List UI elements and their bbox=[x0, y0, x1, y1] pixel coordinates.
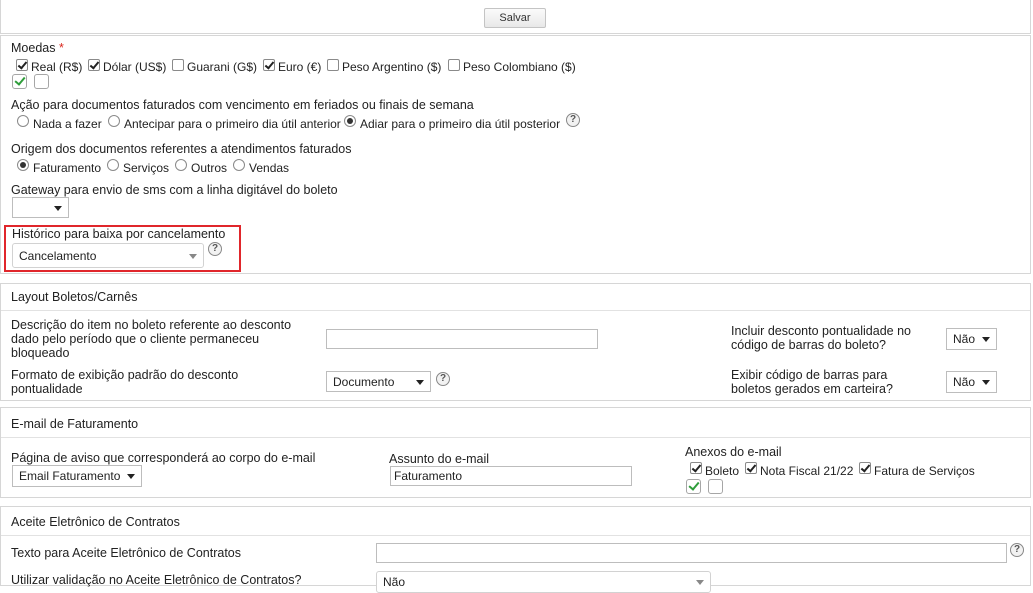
currency-checkbox-dolar[interactable] bbox=[88, 59, 100, 71]
chevron-down-icon bbox=[54, 205, 62, 211]
chevron-down-icon bbox=[189, 253, 197, 259]
layout-boletos-title: Layout Boletos/Carnês bbox=[11, 290, 138, 304]
deselect-all-checkbox[interactable] bbox=[34, 74, 49, 89]
exibir-select-value: Não bbox=[953, 375, 976, 389]
aceite-title: Aceite Eletrônico de Contratos bbox=[11, 515, 180, 529]
formato-help-icon[interactable]: ? bbox=[436, 372, 450, 386]
historico-label: Histórico para baixa por cancelamento bbox=[12, 227, 226, 241]
save-button[interactable]: Salvar bbox=[484, 8, 546, 28]
currency-checkbox-real[interactable] bbox=[16, 59, 28, 71]
panel-divider bbox=[1, 535, 1030, 536]
panel-divider bbox=[1, 437, 1030, 438]
formato-select-value: Documento bbox=[333, 374, 395, 389]
currency-checkbox-guarani[interactable] bbox=[172, 59, 184, 71]
anexo-checkbox-fatura[interactable] bbox=[859, 462, 871, 474]
anexo-checkbox-boleto[interactable] bbox=[690, 462, 702, 474]
radio-label-servicos: Serviços bbox=[123, 161, 170, 175]
descricao-input[interactable] bbox=[326, 329, 598, 349]
pagina-label: Página de aviso que corresponderá ao cor… bbox=[11, 451, 316, 465]
gateway-label: Gateway para envio de sms com a linha di… bbox=[11, 183, 338, 197]
descricao-label: Descrição do item no boleto referente ao… bbox=[11, 318, 292, 360]
anexos-deselect-all-checkbox[interactable] bbox=[708, 479, 723, 494]
radio-outros[interactable] bbox=[175, 159, 187, 171]
chevron-down-icon bbox=[416, 379, 424, 385]
anexos-label: Anexos do e-mail bbox=[685, 445, 782, 459]
currency-label-real: Real (R$) bbox=[31, 60, 83, 74]
radio-servicos[interactable] bbox=[107, 159, 119, 171]
assunto-label: Assunto do e-mail bbox=[389, 452, 490, 466]
incluir-select-value: Não bbox=[953, 332, 976, 346]
pagina-select-value: Email Faturamento bbox=[19, 469, 121, 483]
acao-help-icon[interactable]: ? bbox=[566, 113, 580, 127]
moedas-label: Moedas * bbox=[11, 41, 64, 55]
radio-vendas[interactable] bbox=[233, 159, 245, 171]
currency-label-peso-colombiano: Peso Colombiano ($) bbox=[463, 60, 576, 74]
chevron-down-icon bbox=[696, 580, 704, 585]
texto-aceite-input[interactable] bbox=[376, 543, 1007, 563]
required-mark: * bbox=[58, 41, 64, 55]
currency-label-dolar: Dólar (US$) bbox=[103, 60, 167, 74]
currency-label-euro: Euro (€) bbox=[278, 60, 322, 74]
currency-label-guarani: Guarani (G$) bbox=[187, 60, 258, 74]
historico-select[interactable]: Cancelamento bbox=[12, 243, 204, 268]
chevron-down-icon bbox=[982, 337, 990, 342]
texto-aceite-label: Texto para Aceite Eletrônico de Contrato… bbox=[11, 546, 241, 560]
assunto-input[interactable]: Faturamento bbox=[390, 466, 632, 486]
texto-aceite-help-icon[interactable]: ? bbox=[1010, 543, 1024, 557]
gateway-select[interactable] bbox=[12, 197, 69, 218]
radio-label-vendas: Vendas bbox=[249, 161, 290, 175]
anexo-checkbox-nota-fiscal[interactable] bbox=[745, 462, 757, 474]
panel-divider bbox=[1, 310, 1030, 311]
radio-adiar[interactable] bbox=[344, 115, 356, 127]
acao-label: Ação para documentos faturados com venci… bbox=[11, 98, 474, 112]
exibir-select[interactable]: Não bbox=[946, 371, 997, 393]
currency-checkbox-peso-colombiano[interactable] bbox=[448, 59, 460, 71]
origem-label: Origem dos documentos referentes a atend… bbox=[11, 142, 352, 156]
utilizar-validacao-value: Não bbox=[383, 575, 406, 589]
exibir-label: Exibir código de barras para boletos ger… bbox=[731, 368, 893, 396]
radio-faturamento[interactable] bbox=[17, 159, 29, 171]
formato-select[interactable]: Documento bbox=[326, 371, 431, 392]
formato-label: Formato de exibição padrão do desconto p… bbox=[11, 368, 239, 396]
incluir-select[interactable]: Não bbox=[946, 328, 997, 350]
radio-antecipar[interactable] bbox=[108, 115, 120, 127]
historico-select-value: Cancelamento bbox=[19, 248, 97, 263]
utilizar-validacao-label: Utilizar validação no Aceite Eletrônico … bbox=[11, 573, 302, 587]
historico-help-icon[interactable]: ? bbox=[208, 242, 222, 256]
currency-label-peso-argentino: Peso Argentino ($) bbox=[342, 60, 442, 74]
utilizar-validacao-select[interactable]: Não bbox=[376, 571, 711, 593]
pagina-select[interactable]: Email Faturamento bbox=[12, 465, 142, 487]
anexo-label-boleto: Boleto bbox=[705, 464, 740, 478]
chevron-down-icon bbox=[127, 474, 135, 479]
radio-label-adiar: Adiar para o primeiro dia útil posterior bbox=[360, 117, 561, 131]
radio-label-antecipar: Antecipar para o primeiro dia útil anter… bbox=[124, 117, 341, 131]
select-all-checkbox[interactable] bbox=[12, 74, 27, 89]
radio-label-faturamento: Faturamento bbox=[33, 161, 102, 175]
radio-label-nada-a-fazer: Nada a fazer bbox=[33, 117, 102, 131]
radio-nada-a-fazer[interactable] bbox=[17, 115, 29, 127]
currency-checkbox-peso-argentino[interactable] bbox=[327, 59, 339, 71]
radio-label-outros: Outros bbox=[191, 161, 228, 175]
email-faturamento-title: E-mail de Faturamento bbox=[11, 417, 139, 431]
incluir-label: Incluir desconto pontualidade no código … bbox=[731, 324, 911, 352]
anexo-label-nota-fiscal: Nota Fiscal 21/22 bbox=[760, 464, 854, 478]
currency-checkbox-euro[interactable] bbox=[263, 59, 275, 71]
anexo-label-fatura: Fatura de Serviços bbox=[874, 464, 975, 478]
chevron-down-icon bbox=[982, 380, 990, 385]
anexos-select-all-checkbox[interactable] bbox=[686, 479, 701, 494]
